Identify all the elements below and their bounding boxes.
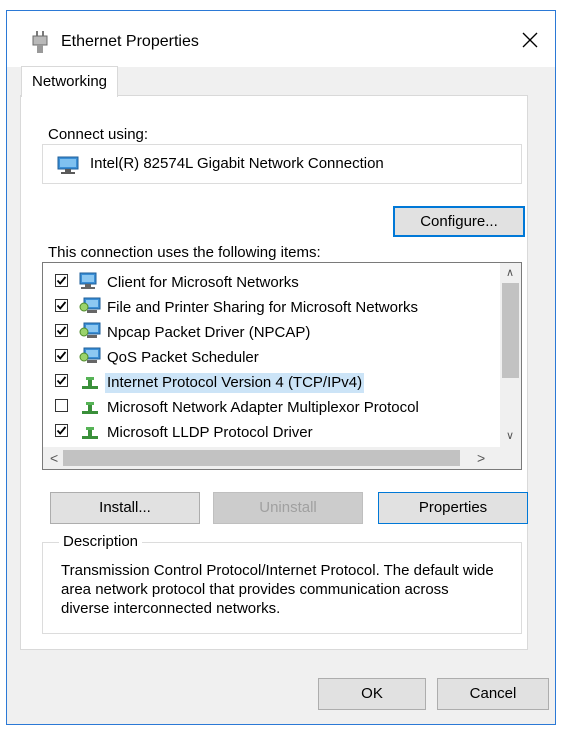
list-item[interactable]: QoS Packet Scheduler [43,344,498,369]
item-checkbox[interactable] [55,349,68,362]
client-network-icon [79,272,97,289]
protocol-icon [82,402,98,414]
ethernet-plug-icon [32,31,48,53]
description-group: Description Transmission Control Protoco… [42,533,522,634]
description-legend: Description [59,533,143,550]
item-label: Microsoft LLDP Protocol Driver [107,424,313,441]
adapter-name: Intel(R) 82574L Gigabit Network Connecti… [90,155,384,172]
install-button[interactable]: Install... [50,492,200,524]
item-checkbox[interactable] [55,399,68,412]
protocol-icon [82,377,98,389]
close-icon [522,32,538,48]
close-button[interactable] [512,25,548,55]
list-item[interactable]: Npcap Packet Driver (NPCAP) [43,319,498,344]
scroll-up-icon[interactable]: ∧ [506,266,514,279]
vertical-scrollbar[interactable]: ∧ ∨ [500,263,521,447]
tab-networking[interactable]: Networking [21,66,119,97]
uninstall-button[interactable]: Uninstall [213,492,363,524]
service-network-icon [79,322,101,338]
vertical-scroll-thumb[interactable] [502,283,519,378]
check-icon [56,301,67,310]
window-title: Ethernet Properties [61,33,199,50]
list-item[interactable]: File and Printer Sharing for Microsoft N… [43,294,498,319]
properties-button[interactable]: Properties [378,492,528,524]
service-network-icon [79,347,101,363]
item-checkbox[interactable] [55,324,68,337]
check-icon [56,351,67,360]
check-icon [56,376,67,385]
list-item[interactable]: Microsoft LLDP Protocol Driver [43,419,498,444]
check-icon [56,276,67,285]
item-checkbox[interactable] [55,374,68,387]
scroll-left-icon[interactable]: < [50,450,58,466]
scroll-down-icon[interactable]: ∨ [506,429,514,442]
protocol-icon [82,427,98,439]
item-checkbox[interactable] [55,424,68,437]
item-label: Internet Protocol Version 4 (TCP/IPv4) [105,373,365,393]
ok-button[interactable]: OK [318,678,426,710]
network-adapter-icon [57,156,79,174]
item-checkbox[interactable] [55,274,68,287]
check-icon [56,326,67,335]
list-item[interactable]: Internet Protocol Version 4 (TCP/IPv4) [43,369,498,394]
cancel-button[interactable]: Cancel [437,678,549,710]
title-bar[interactable]: Ethernet Properties [7,11,555,67]
scrollbar-corner [500,447,521,469]
configure-button[interactable]: Configure... [393,206,525,237]
item-label: Microsoft Network Adapter Multiplexor Pr… [107,399,419,416]
item-label: File and Printer Sharing for Microsoft N… [107,299,418,316]
list-item[interactable]: Client for Microsoft Networks [43,269,498,294]
item-checkbox[interactable] [55,299,68,312]
horizontal-scroll-thumb[interactable] [63,450,460,466]
description-text: Transmission Control Protocol/Internet P… [61,562,494,617]
horizontal-scrollbar[interactable]: < > [43,447,500,469]
check-icon [56,426,67,435]
scroll-right-icon[interactable]: > [477,450,485,466]
adapter-box: Intel(R) 82574L Gigabit Network Connecti… [42,144,522,184]
item-label: Client for Microsoft Networks [107,274,299,291]
connect-using-label: Connect using: [48,126,149,143]
items-label: This connection uses the following items… [48,244,321,261]
item-label: QoS Packet Scheduler [107,349,259,366]
item-label: Npcap Packet Driver (NPCAP) [107,324,311,341]
service-network-icon [79,297,101,313]
list-item[interactable]: Microsoft Network Adapter Multiplexor Pr… [43,394,498,419]
items-listbox[interactable]: Client for Microsoft Networks File and Pr… [42,262,522,470]
